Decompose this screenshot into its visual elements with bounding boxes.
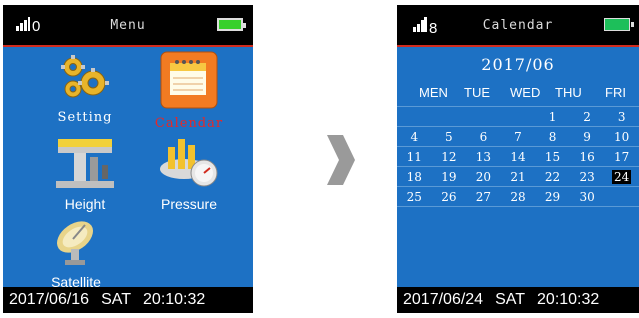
calendar-day-today[interactable]: 24 [604,166,639,187]
calendar-week-row: 25 26 27 28 29 30 [397,186,639,207]
calendar-day[interactable]: 29 [535,186,570,207]
calendar-day[interactable]: 8 [535,126,570,147]
calendar-day[interactable]: 19 [431,166,467,187]
calendar-day[interactable]: 1 [535,106,570,127]
calendar-week-row: 18 19 20 21 22 23 24 [397,166,639,187]
app-label: Pressure [160,196,218,212]
calendar-day[interactable]: 6 [466,126,501,147]
calendar-day[interactable]: 30 [569,186,605,207]
calendar-day[interactable]: 14 [500,146,536,167]
date-text: 2017/06/24 [403,291,484,308]
today-highlight: 24 [612,169,632,184]
height-app[interactable]: Height [43,137,127,212]
calendar-screen: 8 Calendar 2017/06 MEN TUE WED THU FRI 1… [397,5,639,313]
datetime-bar: 2017/06/16 SAT 20:10:32 [3,287,253,313]
calendar-day[interactable]: 23 [569,166,605,187]
calendar-week-row: 1 2 3 [397,106,639,127]
time-text: 20:10:32 [143,291,206,308]
calendar-day[interactable]: 5 [431,126,467,147]
weekday-label: TUE [464,85,490,100]
battery-icon [217,18,246,31]
satellite-app[interactable]: Satellite [41,217,111,290]
calendar-day[interactable]: 11 [397,146,432,167]
screen-title: Calendar [482,18,554,33]
calendar-app[interactable]: Calendar [149,51,229,131]
calendar-day[interactable]: 28 [500,186,536,207]
app-label: Calendar [154,116,224,131]
gears-icon [61,55,109,98]
calendar-icon [160,51,218,109]
battery-icon [604,18,634,31]
status-bar: 8 Calendar [397,5,639,45]
arrow-right-icon [327,135,355,185]
calendar-day[interactable]: 10 [604,126,639,147]
weekday-label: WED [510,85,541,100]
menu-screen: 0 Menu Setting Calendar Height Pressure … [3,5,253,313]
calendar-day[interactable]: 17 [604,146,639,167]
month-title: 2017/06 [481,55,555,74]
app-label: Height [64,196,106,212]
screen-title: Menu [110,18,146,33]
weekday-header: MEN TUE WED THU FRI [397,83,639,101]
calendar-day[interactable]: 13 [466,146,501,167]
pressure-app[interactable]: Pressure [147,133,231,212]
calendar-day[interactable]: 20 [466,166,501,187]
status-bar: 0 Menu [3,5,253,45]
setting-app[interactable]: Setting [45,53,125,125]
calendar-day[interactable]: 22 [535,166,570,187]
calendar-day[interactable]: 27 [466,186,501,207]
calendar-grid: 1 2 3 4 5 6 7 8 9 10 11 12 13 14 15 16 1… [397,106,639,207]
weekday-label: THU [555,85,582,100]
divider [397,45,639,47]
calendar-day[interactable]: 3 [604,106,639,127]
divider [3,45,253,47]
day-text: SAT [101,291,132,308]
calendar-day[interactable]: 15 [535,146,570,167]
calendar-day[interactable]: 25 [397,186,432,207]
calendar-day[interactable]: 7 [500,126,536,147]
calendar-day[interactable]: 9 [569,126,605,147]
calendar-week-row: 11 12 13 14 15 16 17 [397,146,639,167]
date-text: 2017/06/16 [9,291,90,308]
app-label: Setting [57,110,113,125]
calendar-day[interactable]: 12 [431,146,467,167]
datetime-bar: 2017/06/24 SAT 20:10:32 [397,287,639,313]
calendar-day[interactable]: 26 [431,186,467,207]
calendar-day[interactable]: 21 [500,166,536,187]
day-text: SAT [495,291,526,308]
weekday-label: MEN [419,85,448,100]
calendar-day[interactable]: 2 [569,106,605,127]
calendar-day[interactable]: 18 [397,166,432,187]
calendar-day[interactable]: 16 [569,146,605,167]
calendar-week-row: 4 5 6 7 8 9 10 [397,126,639,147]
height-gauge-icon [56,139,114,188]
satellite-dish-icon [56,221,94,265]
time-text: 20:10:32 [537,291,600,308]
calendar-day[interactable]: 4 [397,126,432,147]
weekday-label: FRI [605,85,626,100]
pressure-gauge-icon [160,139,218,187]
